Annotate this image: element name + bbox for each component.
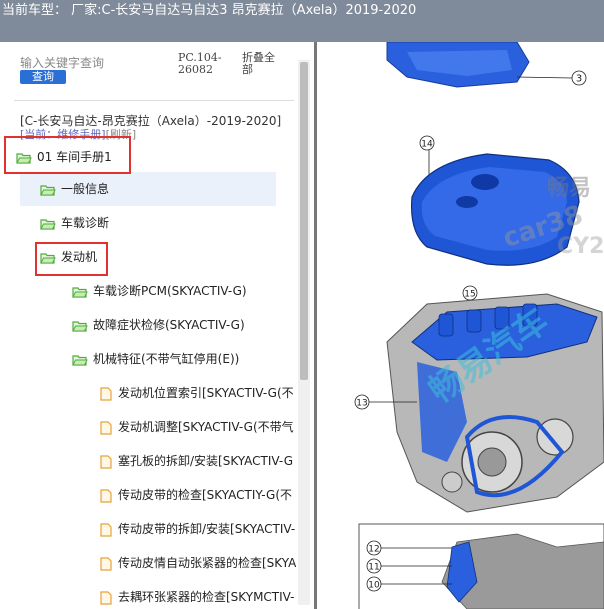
callout-label: 3: [576, 74, 582, 85]
tree-item-label: 机械特征(不带气缸停用(E)): [93, 352, 240, 366]
tree-item-label: 传动皮带的检查[SKYACTIY-G(不: [118, 488, 293, 502]
tree-item-mechanical[interactable]: 机械特征(不带气缸停用(E)): [72, 342, 276, 376]
callout-label: 12: [368, 545, 379, 555]
document-icon: [100, 420, 112, 435]
window-title: 当前车型： 厂家:C-长安马自达马自达3 昂克赛拉（Axela）2019-202…: [2, 3, 417, 18]
tree-item-obd[interactable]: 车载诊断: [40, 206, 276, 240]
collapse-all-link[interactable]: 折叠全 部: [242, 52, 275, 76]
diagram-panel: 3 14 15 13 12 11 10 畅易 car38 CY2 畅易汽车: [317, 42, 604, 609]
tree-item-troubleshooting[interactable]: 故障症状检修(SKYACTIV-G): [72, 308, 276, 342]
tree-item-label: 车载诊断: [61, 216, 110, 230]
tree-item-label: 去耦环张紧器的检查[SKYMCTIV-: [118, 590, 295, 604]
tree-item-label: 传动皮带的拆卸/安装[SKYACTIV-: [118, 522, 296, 536]
tree-doc-item[interactable]: 传动皮带的检查[SKYACTIY-G(不: [100, 478, 296, 512]
document-icon: [100, 590, 112, 605]
tree-doc-item[interactable]: 发动机位置索引[SKYACTIV-G(不: [100, 376, 296, 410]
callout-label: 15: [464, 290, 475, 300]
navigation-panel: 输入关键字查询 查询 PC.104- 26082 折叠全 部 [C-长安马自达-…: [0, 42, 314, 609]
tree-item-general-info[interactable]: 一般信息: [20, 172, 276, 206]
folder-open-icon: [72, 320, 88, 332]
tree-doc-item[interactable]: 传动皮带的拆卸/安装[SKYACTIV-: [100, 512, 296, 546]
document-icon: [100, 386, 112, 401]
tree-item-label: 一般信息: [61, 182, 110, 196]
callout-label: 11: [368, 563, 379, 573]
tree-item-label: 故障症状检修(SKYACTIV-G): [93, 318, 245, 332]
tree-item-label: 车载诊断PCM(SKYACTIV-G): [93, 284, 247, 298]
engine-diagram: 3 14 15 13 12 11 10: [354, 42, 604, 609]
document-icon: [100, 454, 112, 469]
document-icon: [100, 556, 112, 571]
callout-label: 13: [356, 399, 367, 409]
title-bar: 当前车型： 厂家:C-长安马自达马自达3 昂克赛拉（Axela）2019-202…: [0, 0, 604, 42]
highlight-box-root: [4, 136, 131, 174]
tree-doc-item[interactable]: 传动皮情自动张紧器的检查[SKYA: [100, 546, 296, 580]
folder-open-icon: [72, 286, 88, 298]
folder-open-icon: [72, 354, 88, 366]
tree-item-label: 发动机位置索引[SKYACTIV-G(不: [118, 386, 294, 400]
tree-item-label: 发动机调整[SKYACTIV-G(不带气: [118, 420, 294, 434]
highlight-box-engine: [35, 242, 108, 276]
tree-item-obd-pcm[interactable]: 车载诊断PCM(SKYACTIV-G): [72, 274, 276, 308]
search-input[interactable]: 输入关键字查询: [20, 54, 104, 71]
tree-item-label: 塞孔板的拆卸/安装[SKYACTIV-G: [118, 454, 294, 468]
search-button[interactable]: 查询: [20, 70, 66, 84]
divider: [14, 100, 294, 101]
callout-label: 14: [421, 140, 433, 150]
callout-label: 10: [368, 581, 380, 591]
folder-open-icon: [40, 184, 56, 196]
tree-item-label: 传动皮情自动张紧器的检查[SKYA: [118, 556, 296, 570]
document-icon: [100, 488, 112, 503]
pc-code: PC.104- 26082: [178, 51, 222, 76]
document-icon: [100, 522, 112, 537]
folder-open-icon: [40, 218, 56, 230]
tree-doc-item[interactable]: 去耦环张紧器的检查[SKYMCTIV-: [100, 580, 296, 609]
scrollbar-thumb[interactable]: [300, 62, 308, 380]
tree-doc-item[interactable]: 塞孔板的拆卸/安装[SKYACTIV-G: [100, 444, 296, 478]
tree-doc-item[interactable]: 发动机调整[SKYACTIV-G(不带气: [100, 410, 296, 444]
